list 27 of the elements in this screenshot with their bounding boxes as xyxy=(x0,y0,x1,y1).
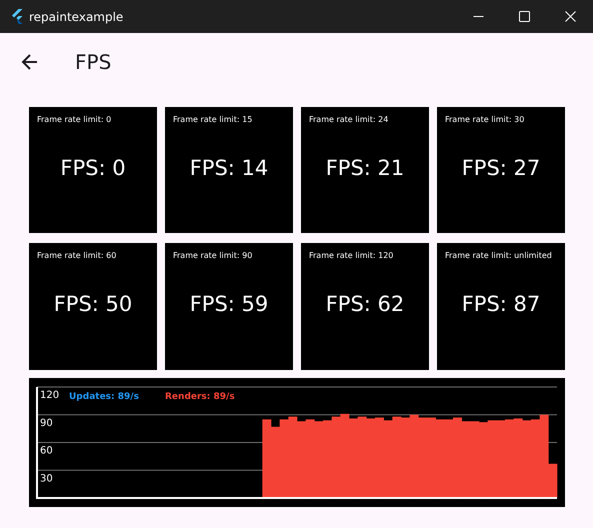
frame-rate-limit-label: Frame rate limit: unlimited xyxy=(445,250,552,261)
page-title: FPS xyxy=(75,50,112,74)
maximize-icon xyxy=(518,11,530,22)
fps-value: FPS: 14 xyxy=(190,155,268,181)
y-tick-label: 30 xyxy=(40,473,53,484)
frame-rate-limit-label: Frame rate limit: 24 xyxy=(309,114,388,125)
close-icon xyxy=(564,11,576,22)
y-tick-label: 90 xyxy=(40,418,53,429)
y-tick-label: 60 xyxy=(40,446,53,456)
fps-value: FPS: 27 xyxy=(462,155,540,181)
window-title: repaintexample xyxy=(29,8,124,26)
fps-value: FPS: 50 xyxy=(54,291,132,317)
frame-rate-limit-label: Frame rate limit: 15 xyxy=(173,114,252,125)
fps-value: FPS: 21 xyxy=(326,155,404,181)
fps-value: FPS: 59 xyxy=(190,291,268,317)
frame-rate-limit-label: Frame rate limit: 60 xyxy=(37,250,116,261)
fps-value: FPS: 0 xyxy=(60,155,126,181)
fps-value: FPS: 87 xyxy=(462,291,540,317)
y-tick-label: 120 xyxy=(40,390,60,401)
stat-label: Updates: 89/s xyxy=(69,392,139,402)
fps-value: FPS: 62 xyxy=(326,291,404,317)
frame-rate-limit-label: Frame rate limit: 90 xyxy=(173,250,252,261)
frame-rate-limit-label: Frame rate limit: 120 xyxy=(309,250,394,261)
frame-rate-limit-label: Frame rate limit: 30 xyxy=(445,114,524,125)
frame-rate-limit-label: Frame rate limit: 0 xyxy=(37,114,112,125)
app-logo-icon xyxy=(11,9,23,24)
stat-label: Renders: 89/s xyxy=(165,392,235,402)
